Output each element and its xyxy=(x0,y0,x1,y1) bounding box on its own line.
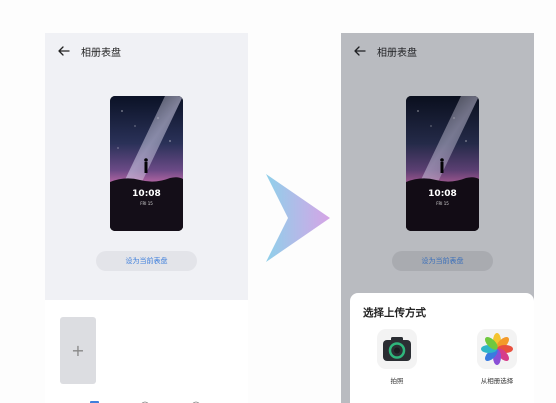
watch-time: 10:08 xyxy=(428,189,457,199)
sheet-title: 选择上传方式 xyxy=(363,307,426,319)
page-title: 相册表盘 xyxy=(377,47,417,59)
back-arrow-icon[interactable] xyxy=(353,44,367,58)
set-current-face-button[interactable]: 设为当前表盘 xyxy=(392,251,493,271)
watch-date: FRI 15 xyxy=(140,201,153,206)
transition-arrow-icon xyxy=(266,174,330,262)
back-arrow-icon[interactable] xyxy=(57,44,71,58)
milky-way-wallpaper xyxy=(406,96,479,231)
set-current-face-button[interactable]: 设为当前表盘 xyxy=(96,251,197,271)
milky-way-wallpaper xyxy=(110,96,183,231)
right-screen: 相册表盘 10:08 FRI 15 设为当前表盘 选择上传方式 拍照 从相册选择 xyxy=(341,33,534,403)
header: 相册表盘 xyxy=(353,43,417,59)
camera-icon xyxy=(377,329,417,369)
left-screen: 相册表盘 10:08 FRI 15 设为当前表盘 + xyxy=(45,33,248,403)
comparison-stage: 相册表盘 10:08 FRI 15 设为当前表盘 + 相册表盘 10:08 FR… xyxy=(0,0,556,403)
watch-face-preview: 10:08 FRI 15 xyxy=(406,96,479,231)
choose-from-album-option[interactable]: 从相册选择 xyxy=(467,329,527,385)
page-title: 相册表盘 xyxy=(81,47,121,59)
option-label: 从相册选择 xyxy=(480,377,514,385)
photos-pinwheel-icon xyxy=(477,329,517,369)
watch-time: 10:08 xyxy=(132,189,161,199)
option-label: 拍照 xyxy=(390,377,404,385)
upload-method-sheet: 选择上传方式 拍照 从相册选择 xyxy=(350,293,534,403)
watch-date: FRI 15 xyxy=(436,201,449,206)
header: 相册表盘 xyxy=(57,43,121,59)
watch-face-preview: 10:08 FRI 15 xyxy=(110,96,183,231)
take-photo-option[interactable]: 拍照 xyxy=(367,329,427,385)
add-photo-tile[interactable]: + xyxy=(60,317,96,384)
photo-picker-area: + xyxy=(45,300,248,403)
